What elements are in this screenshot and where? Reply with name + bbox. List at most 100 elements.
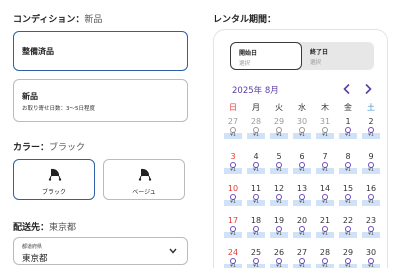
calendar-day-number: 30 — [365, 248, 377, 257]
calendar-day[interactable]: 11 ¥1 — [246, 184, 266, 207]
calendar-day-number: 19 — [273, 216, 285, 225]
calendar-day-number: 26 — [273, 248, 285, 257]
weekday-label: 木 — [321, 103, 329, 112]
calendar-day-price: ¥1 — [316, 232, 334, 238]
calendar-day[interactable]: 16 ¥1 — [361, 184, 381, 207]
weekday-label: 月 — [252, 103, 260, 112]
calendar-day[interactable]: 5 ¥1 — [269, 152, 289, 175]
product-rental-options: コンディション：新品 整備済品 新品 お取り寄せ日数：3〜5日程度 カラー：ブラ… — [0, 0, 398, 268]
calendar-day[interactable]: 7 ¥1 — [315, 152, 335, 175]
calendar-day-price: ¥1 — [362, 232, 380, 238]
calendar-day[interactable]: 8 ¥1 — [338, 152, 358, 175]
calendar-day[interactable]: 19 ¥1 — [269, 216, 289, 239]
rental-calendar-panel: 開始日 選択 終了日 選択 2025年 8月 日月火水木金土 27 ¥1 28 ¥1 2… — [213, 29, 388, 268]
condition-option-new[interactable]: 新品 お取り寄せ日数：3〜5日程度 — [13, 79, 188, 122]
color-option-beige[interactable]: ベージュ — [103, 159, 185, 200]
calendar-day[interactable]: 3 ¥1 — [223, 152, 243, 175]
calendar-day[interactable]: 30 ¥1 — [361, 248, 381, 268]
calendar-day-number: 20 — [296, 216, 308, 225]
calendar-day[interactable]: 9 ¥1 — [361, 152, 381, 175]
calendar-day[interactable]: 12 ¥1 — [269, 184, 289, 207]
calendar-day[interactable]: 13 ¥1 — [292, 184, 312, 207]
calendar-day: 29 ¥1 — [269, 117, 289, 140]
calendar-day-price: ¥1 — [339, 200, 357, 206]
calendar-day-number: 22 — [342, 216, 354, 225]
calendar-day[interactable]: 20 ¥1 — [292, 216, 312, 239]
color-heading: カラー：ブラック — [13, 143, 86, 153]
calendar-day-number: 1 — [345, 117, 351, 126]
calendar-day[interactable]: 29 ¥1 — [338, 248, 358, 268]
calendar-day-price: ¥1 — [362, 264, 380, 268]
calendar-day-number: 7 — [322, 152, 328, 161]
calendar-day-number: 8 — [345, 152, 351, 161]
calendar-day-price: ¥1 — [270, 133, 288, 139]
calendar-day-number: 31 — [319, 117, 331, 126]
calendar-day-price: ¥1 — [362, 133, 380, 139]
calendar-day-number: 24 — [227, 248, 239, 257]
calendar-day[interactable]: 14 ¥1 — [315, 184, 335, 207]
calendar-day: 28 ¥1 — [246, 117, 266, 140]
condition-heading: コンディション：新品 — [13, 15, 103, 25]
calendar-day[interactable]: 24 ¥1 — [223, 248, 243, 268]
prefecture-field-label: 都道府県 — [22, 244, 43, 250]
calendar-day-number: 28 — [319, 248, 331, 257]
calendar-day[interactable]: 17 ¥1 — [223, 216, 243, 239]
stroller-icon — [48, 168, 62, 181]
calendar-day-price: ¥1 — [224, 168, 242, 174]
calendar-day-number: 14 — [319, 184, 331, 193]
calendar-day-price: ¥1 — [293, 200, 311, 206]
calendar-day-price: ¥1 — [316, 168, 334, 174]
calendar-day[interactable]: 2 ¥1 — [361, 117, 381, 140]
color-option-black[interactable]: ブラック — [13, 159, 95, 200]
calendar-day-number: 11 — [250, 184, 262, 193]
calendar-day-price: ¥1 — [247, 232, 265, 238]
calendar-day[interactable]: 1 ¥1 — [338, 117, 358, 140]
calendar-day[interactable]: 25 ¥1 — [246, 248, 266, 268]
calendar-day[interactable]: 10 ¥1 — [223, 184, 243, 207]
calendar-day-price: ¥1 — [293, 232, 311, 238]
calendar-day[interactable]: 28 ¥1 — [315, 248, 335, 268]
chevron-right-icon[interactable] — [363, 83, 373, 95]
condition-option-lead-time: お取り寄せ日数：3〜5日程度 — [22, 106, 95, 112]
calendar-day-price: ¥1 — [339, 264, 357, 268]
chevron-down-icon — [169, 248, 177, 254]
calendar-day-number: 30 — [296, 117, 308, 126]
calendar-day-price: ¥1 — [270, 168, 288, 174]
condition-option-title: 新品 — [22, 92, 38, 101]
calendar-day-price: ¥1 — [247, 264, 265, 268]
calendar-day[interactable]: 15 ¥1 — [338, 184, 358, 207]
calendar-day-number: 3 — [230, 152, 236, 161]
prefecture-field-value: 東京都 — [22, 254, 48, 264]
calendar-day-price: ¥1 — [224, 264, 242, 268]
calendar-day[interactable]: 22 ¥1 — [338, 216, 358, 239]
calendar-day-price: ¥1 — [339, 232, 357, 238]
calendar-day-price: ¥1 — [247, 168, 265, 174]
calendar-month-label: 2025年 8月 — [232, 86, 279, 96]
calendar-day-price: ¥1 — [293, 133, 311, 139]
calendar-day[interactable]: 23 ¥1 — [361, 216, 381, 239]
calendar-day-price: ¥1 — [247, 133, 265, 139]
condition-option-refurbished[interactable]: 整備済品 — [13, 31, 188, 71]
start-date-tab[interactable]: 開始日 選択 — [230, 42, 302, 70]
calendar-day[interactable]: 27 ¥1 — [292, 248, 312, 268]
calendar-day[interactable]: 18 ¥1 — [246, 216, 266, 239]
calendar-day: 30 ¥1 — [292, 117, 312, 140]
calendar-day-number: 18 — [250, 216, 262, 225]
calendar-day-price: ¥1 — [247, 200, 265, 206]
prefecture-select[interactable]: 都道府県 東京都 — [13, 237, 188, 265]
calendar-day-price: ¥1 — [316, 200, 334, 206]
end-date-tab[interactable]: 終了日 選択 — [302, 42, 374, 70]
calendar-day[interactable]: 26 ¥1 — [269, 248, 289, 268]
calendar-day-number: 2 — [368, 117, 374, 126]
calendar-day[interactable]: 6 ¥1 — [292, 152, 312, 175]
start-date-value: 選択 — [239, 61, 251, 67]
calendar-day-number: 21 — [319, 216, 331, 225]
calendar-day[interactable]: 21 ¥1 — [315, 216, 335, 239]
calendar-day-price: ¥1 — [270, 232, 288, 238]
condition-selected-value: 新品 — [84, 15, 103, 25]
color-option-label: ブラック — [41, 189, 66, 196]
chevron-left-icon[interactable] — [342, 83, 352, 95]
calendar-day[interactable]: 4 ¥1 — [246, 152, 266, 175]
condition-option-title: 整備済品 — [22, 47, 54, 56]
calendar-day-number: 4 — [253, 152, 259, 161]
